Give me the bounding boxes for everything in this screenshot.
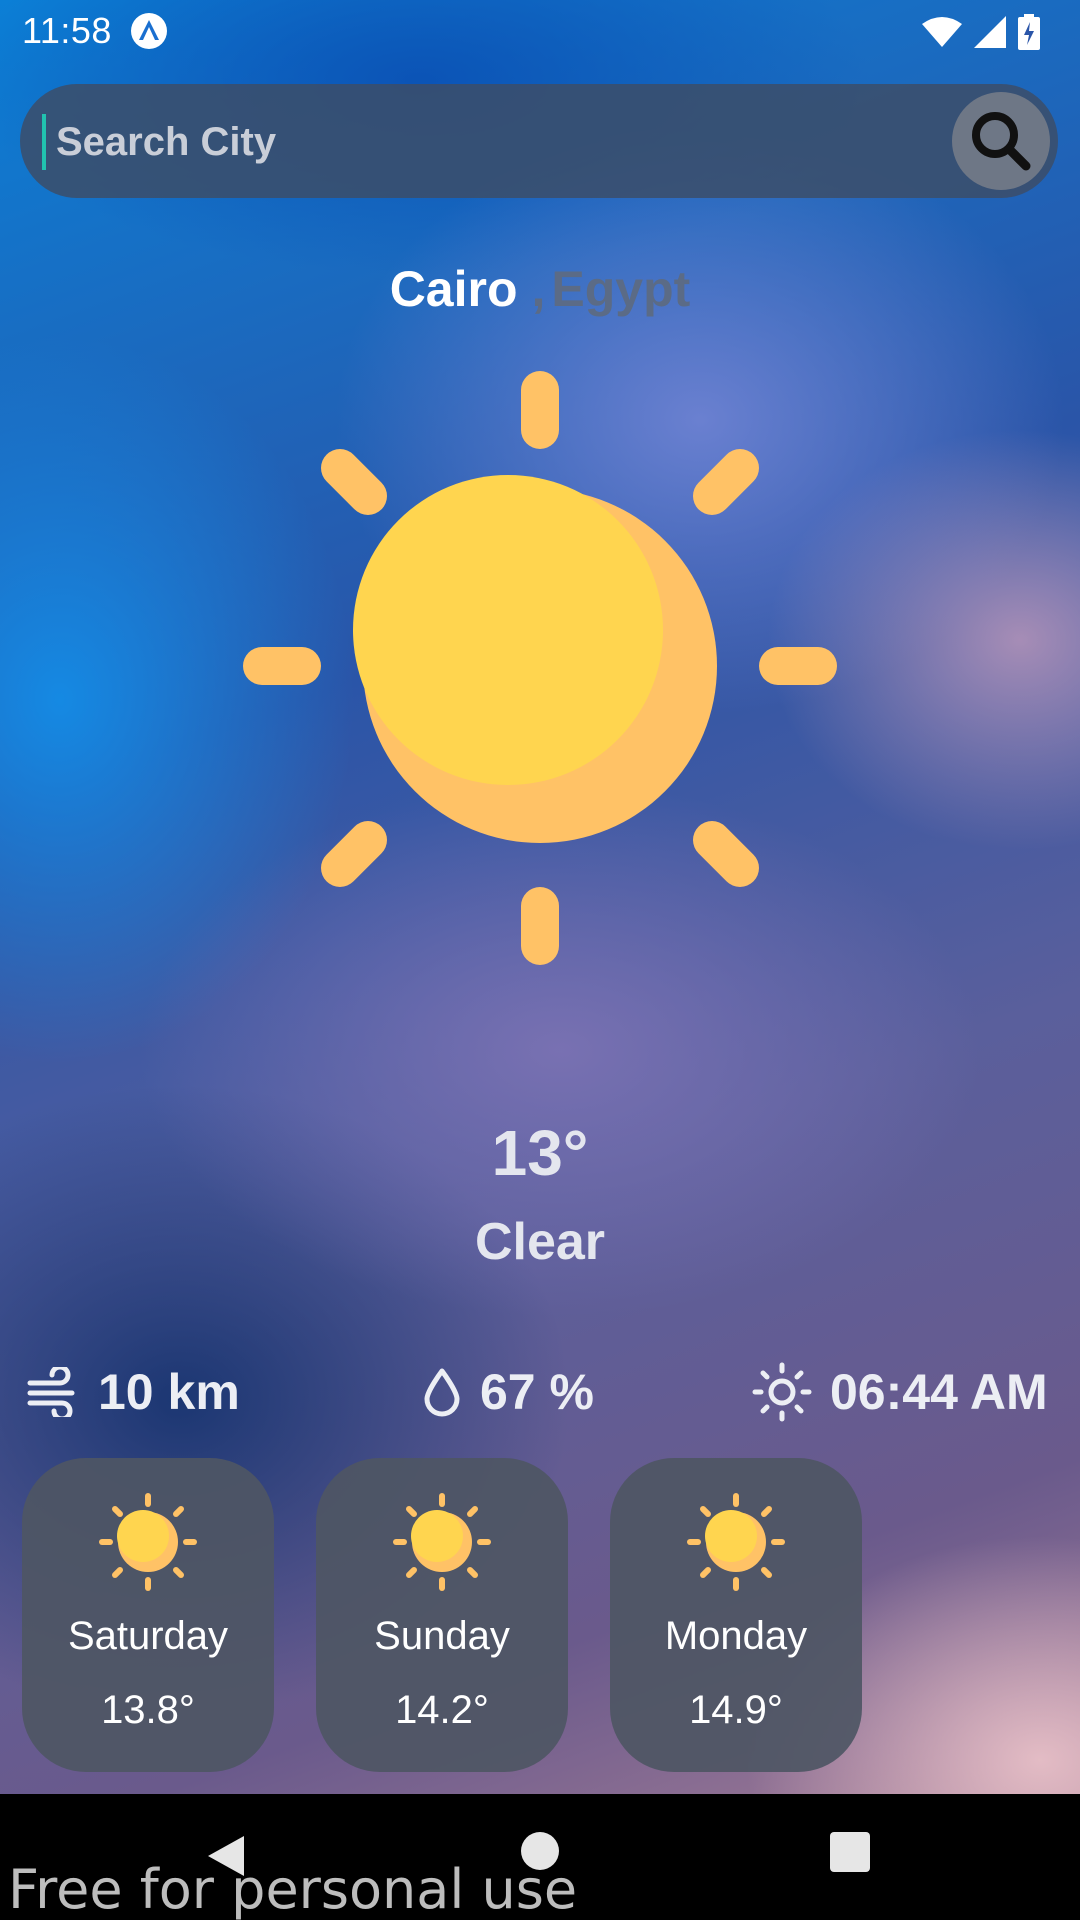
sun-icon [99,1493,197,1591]
status-icons [922,12,1040,52]
forecast-day: Monday [664,1614,808,1658]
status-bar: 11:58 [0,0,1080,64]
cell-signal-icon [974,16,1006,48]
weather-screen: 11:58 Search City Cairo , Egypt 13° Clea… [0,0,1080,1920]
recents-button[interactable] [830,1832,870,1872]
search-button[interactable] [952,92,1050,190]
forecast-day: Sunday [374,1614,510,1658]
wind-value: 10 km [98,1364,240,1420]
sunrise-value: 06:44 AM [830,1364,1048,1420]
forecast-temp: 14.9° [689,1688,783,1732]
humidity-value: 67 % [480,1364,594,1420]
search-input[interactable] [54,102,938,182]
location-separator: , [531,261,546,317]
location-label: Cairo, Egypt [0,260,1080,318]
water-drop-icon [424,1368,460,1417]
sunrise-stat: 06:44 AM [752,1360,1048,1424]
forecast-temp: 13.8° [101,1688,195,1732]
sun-icon [393,1493,491,1591]
forecast-card-monday[interactable]: Monday 14.9° [610,1458,862,1772]
current-temperature: 13° [491,1117,589,1189]
wifi-icon [922,17,962,47]
search-bar [20,84,1058,198]
sunrise-sun-icon [752,1362,812,1422]
sun-icon [243,371,837,965]
forecast-day: Saturday [67,1614,229,1658]
forecast-card-sunday[interactable]: Sunday 14.2° [316,1458,568,1772]
sun-icon [687,1493,785,1591]
forecast-card-saturday[interactable]: Saturday 13.8° [22,1458,274,1772]
humidity-stat: 67 % [422,1360,594,1424]
weather-condition: Clear [474,1213,606,1271]
city-name: Cairo [389,261,518,317]
watermark-text: Free for personal use [8,1858,578,1920]
forecast-temp: 14.2° [395,1688,489,1732]
status-time: 11:58 [22,10,112,51]
country-name: Egypt [551,261,691,317]
battery-charging-icon [1018,14,1040,50]
app-notification-icon [131,13,167,49]
wind-stat: 10 km [26,1360,240,1424]
wind-icon [27,1367,75,1417]
search-icon [972,112,1031,171]
text-caret [42,114,46,170]
